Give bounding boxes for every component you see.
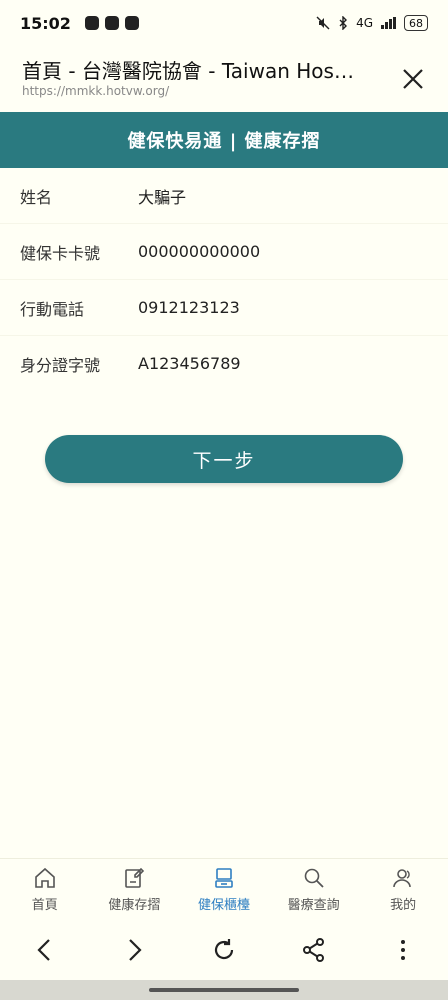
browser-header: 首頁 - 台灣醫院協會 - Taiwan Hospital... https:/… [0,46,448,112]
status-time: 15:02 [20,13,71,33]
tab-health-passbook[interactable]: 健康存摺 [90,866,178,913]
more-button[interactable] [383,930,423,970]
bluetooth-icon [339,16,348,30]
share-button[interactable] [294,930,334,970]
user-icon [393,869,411,888]
network-type: 4G [356,16,373,30]
tab-home[interactable]: 首頁 [1,866,89,913]
info-label: 健保卡卡號 [20,243,101,263]
tab-label: 醫療查詢 [287,898,340,913]
info-row-name: 姓名 大騙子 [0,168,448,223]
info-value: 0912123123 [138,298,240,317]
browser-toolbar [0,920,448,980]
info-value: 大騙子 [138,187,187,207]
tab-label: 健康存摺 [108,898,161,913]
close-button[interactable] [400,66,426,92]
reload-button[interactable] [204,930,244,970]
search-icon [304,868,324,888]
more-icon [401,940,406,960]
battery-icon: 68 [404,15,428,31]
next-button[interactable]: 下一步 [45,435,403,483]
notes-app-icon [124,16,139,30]
reload-icon [214,939,234,960]
back-button[interactable] [25,930,65,970]
forward-button[interactable] [114,930,154,970]
gesture-bar[interactable] [149,988,299,992]
info-label: 身分證字號 [20,355,101,375]
signal-icon [381,17,396,29]
battery-level: 68 [409,16,423,30]
teams-app-icon [104,16,119,30]
forward-icon [129,939,142,961]
tab-my-account[interactable]: 我的 [359,866,447,913]
info-value: A123456789 [138,354,241,373]
notification-icons [84,16,139,30]
page-title: 首頁 - 台灣醫院協會 - Taiwan Hospital... [22,59,362,83]
back-icon [37,939,50,961]
gesture-area [0,980,448,1000]
info-row-phone: 行動電話 0912123123 [0,280,448,335]
info-list: 姓名 大騙子 健保卡卡號 000000000000 行動電話 091212312… [0,168,448,391]
info-row-card-number: 健保卡卡號 000000000000 [0,224,448,279]
tab-medical-query[interactable]: 醫療查詢 [270,866,358,913]
document-edit-icon [125,867,145,888]
share-icon [302,938,324,962]
status-bar: 15:02 4G 68 [0,0,448,46]
info-label: 姓名 [20,187,53,207]
tab-label: 健保櫃檯 [197,898,250,913]
info-label: 行動電話 [20,299,85,319]
status-indicators: 4G 68 [316,15,428,31]
close-icon [403,69,423,89]
app-header-title: 健保快易通 | 健康存摺 [127,131,321,152]
line-app-icon [84,16,99,30]
mute-icon [316,16,330,30]
info-row-id-number: 身分證字號 A123456789 [0,336,448,391]
phone-screen: 15:02 4G 68 首頁 - 台灣醫院協會 - Taiwan Hospita… [0,0,448,1000]
home-icon [34,867,55,888]
tab-label: 我的 [390,898,417,913]
app-header: 健保快易通 | 健康存摺 [0,112,448,168]
page-url[interactable]: https://mmkk.hotvw.org/ [22,84,426,98]
bottom-tab-nav: 首頁 健康存摺 健保櫃檯 醫療查詢 我的 [0,858,448,920]
tab-label: 首頁 [31,898,58,913]
tab-nhi-counter[interactable]: 健保櫃檯 [180,866,268,913]
info-value: 000000000000 [138,242,261,261]
counter-icon [215,868,233,888]
